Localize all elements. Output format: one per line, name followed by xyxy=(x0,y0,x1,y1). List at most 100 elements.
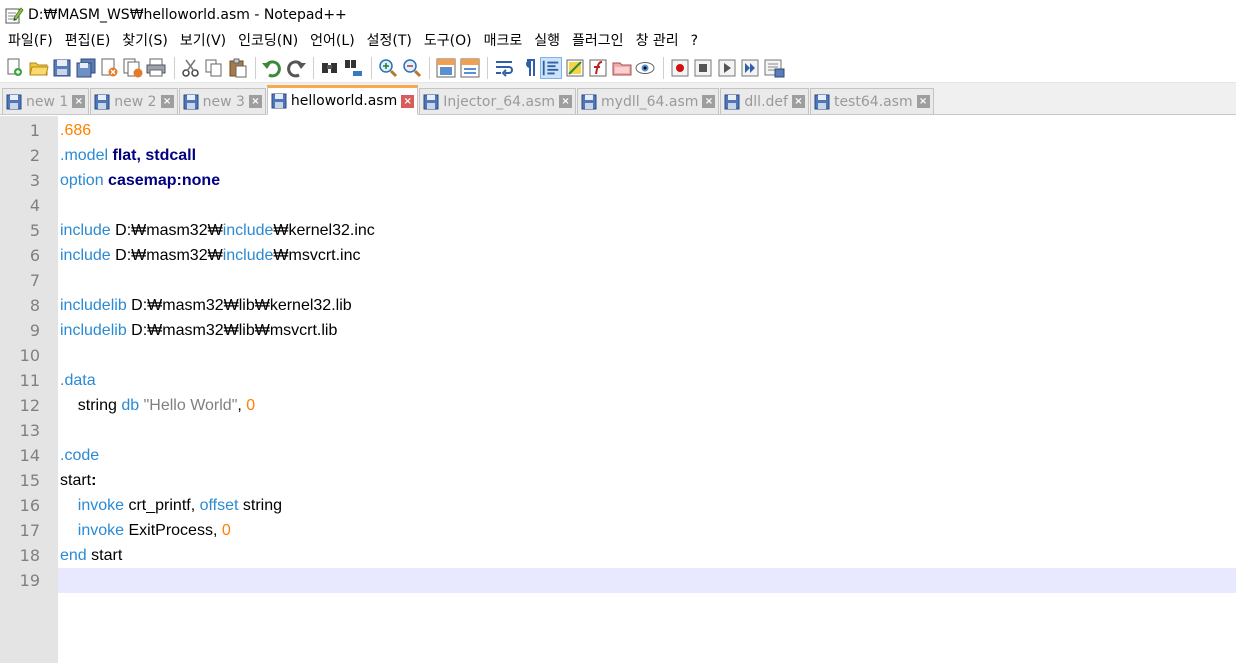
tab-close-icon[interactable]: × xyxy=(248,95,262,108)
stop-macro-icon[interactable] xyxy=(692,57,714,79)
sync-horizontal-icon[interactable] xyxy=(459,57,481,79)
code-line[interactable]: 4 xyxy=(0,193,1236,218)
undo-icon[interactable] xyxy=(261,57,283,79)
function-list-icon[interactable] xyxy=(587,57,609,79)
run-macro-multiple-icon[interactable] xyxy=(739,57,761,79)
code-line[interactable]: 15 start: xyxy=(0,468,1236,493)
tab-helloworld-asm[interactable]: helloworld.asm × xyxy=(266,85,419,115)
code-text[interactable]: include D:₩masm32₩include₩msvcrt.inc xyxy=(58,243,1236,268)
tab-close-icon[interactable]: × xyxy=(702,95,716,108)
open-file-icon[interactable] xyxy=(28,57,50,79)
code-line[interactable]: 13 xyxy=(0,418,1236,443)
code-line[interactable]: 1 .686 xyxy=(0,118,1236,143)
code-text[interactable] xyxy=(58,568,1236,593)
code-line[interactable]: 11 .data xyxy=(0,368,1236,393)
zoom-out-icon[interactable] xyxy=(401,57,423,79)
find-icon[interactable] xyxy=(319,57,341,79)
redo-icon[interactable] xyxy=(285,57,307,79)
code-line[interactable]: 14 .code xyxy=(0,443,1236,468)
menu-item-10[interactable]: 플러그인 xyxy=(566,30,630,53)
show-all-chars-icon[interactable] xyxy=(517,57,539,79)
code-text[interactable]: .model flat, stdcall xyxy=(58,143,1236,168)
code-text[interactable]: option casemap:none xyxy=(58,168,1236,193)
print-icon[interactable] xyxy=(145,57,167,79)
tab-close-icon[interactable]: × xyxy=(72,95,86,108)
save-macro-icon[interactable] xyxy=(763,57,785,79)
code-text[interactable]: invoke crt_printf, offset string xyxy=(58,493,1236,518)
code-line[interactable]: 3 option casemap:none xyxy=(0,168,1236,193)
tab-close-icon[interactable]: × xyxy=(791,95,805,108)
tab-close-icon[interactable]: × xyxy=(401,94,415,108)
replace-icon[interactable] xyxy=(343,57,365,79)
code-text[interactable] xyxy=(58,418,1236,443)
editor[interactable]: 1 .686 2 .model flat, stdcall 3 option casema… xyxy=(0,116,1236,663)
menu-item-8[interactable]: 매크로 xyxy=(478,30,529,53)
code-text[interactable]: start: xyxy=(58,468,1236,493)
code-line[interactable]: 6 include D:₩masm32₩include₩msvcrt.inc xyxy=(0,243,1236,268)
menu-item-6[interactable]: 설정(T) xyxy=(361,30,418,53)
copy-icon[interactable] xyxy=(203,57,225,79)
code-text[interactable]: include D:₩masm32₩include₩kernel32.inc xyxy=(58,218,1236,243)
tab-mydll-64-asm[interactable]: mydll_64.asm × xyxy=(577,88,720,114)
record-macro-icon[interactable] xyxy=(669,57,691,79)
tab-close-icon[interactable]: × xyxy=(916,95,930,108)
menu-item-9[interactable]: 실행 xyxy=(528,30,566,53)
menu-item-11[interactable]: 창 관리 xyxy=(630,30,685,53)
code-text[interactable]: .code xyxy=(58,443,1236,468)
code-line[interactable]: 18 end start xyxy=(0,543,1236,568)
menu-item-1[interactable]: 편집(E) xyxy=(59,30,117,53)
tab-close-icon[interactable]: × xyxy=(559,95,573,108)
code-text[interactable]: includelib D:₩masm32₩lib₩msvcrt.lib xyxy=(58,318,1236,343)
tab-close-icon[interactable]: × xyxy=(160,95,174,108)
menu-item-0[interactable]: 파일(F) xyxy=(2,30,59,53)
code-text[interactable]: .686 xyxy=(58,118,1236,143)
code-line[interactable]: 12 string db "Hello World", 0 xyxy=(0,393,1236,418)
code-text[interactable]: end start xyxy=(58,543,1236,568)
tab-new-2[interactable]: new 2 × xyxy=(90,88,178,114)
code-text[interactable] xyxy=(58,268,1236,293)
tab-injector-64-asm[interactable]: Injector_64.asm × xyxy=(419,88,577,114)
code-text[interactable]: string db "Hello World", 0 xyxy=(58,393,1236,418)
code-text[interactable]: includelib D:₩masm32₩lib₩kernel32.lib xyxy=(58,293,1236,318)
document-map-icon[interactable] xyxy=(564,57,586,79)
code-line[interactable]: 10 xyxy=(0,343,1236,368)
save-all-icon[interactable] xyxy=(75,57,97,79)
code-line[interactable]: 19 xyxy=(0,568,1236,593)
folder-workspace-icon[interactable] xyxy=(611,57,633,79)
word-wrap-icon[interactable] xyxy=(493,57,515,79)
tab-new-1[interactable]: new 1 × xyxy=(2,88,90,114)
new-file-icon[interactable] xyxy=(4,57,26,79)
save-icon[interactable] xyxy=(51,57,73,79)
monitoring-icon[interactable] xyxy=(634,57,656,79)
code-text[interactable] xyxy=(58,193,1236,218)
close-all-icon[interactable] xyxy=(122,57,144,79)
sync-vertical-icon[interactable] xyxy=(435,57,457,79)
code-token: : xyxy=(91,472,97,489)
code-line[interactable]: 16 invoke crt_printf, offset string xyxy=(0,493,1236,518)
code-line[interactable]: 2 .model flat, stdcall xyxy=(0,143,1236,168)
paste-icon[interactable] xyxy=(227,57,249,79)
code-token: D:₩masm32₩ xyxy=(110,222,223,239)
menu-item-2[interactable]: 찾기(S) xyxy=(116,30,174,53)
zoom-in-icon[interactable] xyxy=(377,57,399,79)
code-line[interactable]: 7 xyxy=(0,268,1236,293)
menu-item-5[interactable]: 언어(L) xyxy=(304,30,360,53)
close-icon[interactable] xyxy=(98,57,120,79)
menu-item-3[interactable]: 보기(V) xyxy=(174,30,232,53)
cut-icon[interactable] xyxy=(180,57,202,79)
code-text[interactable]: .data xyxy=(58,368,1236,393)
tab-new-3[interactable]: new 3 × xyxy=(178,88,266,114)
code-text[interactable]: invoke ExitProcess, 0 xyxy=(58,518,1236,543)
indent-guide-icon[interactable] xyxy=(540,56,562,79)
code-line[interactable]: 8 includelib D:₩masm32₩lib₩kernel32.lib xyxy=(0,293,1236,318)
tab-test64-asm[interactable]: test64.asm × xyxy=(809,88,934,114)
menu-item-4[interactable]: 인코딩(N) xyxy=(232,30,304,53)
play-macro-icon[interactable] xyxy=(716,57,738,79)
code-line[interactable]: 17 invoke ExitProcess, 0 xyxy=(0,518,1236,543)
menu-item-7[interactable]: 도구(O) xyxy=(418,30,478,53)
code-line[interactable]: 9 includelib D:₩masm32₩lib₩msvcrt.lib xyxy=(0,318,1236,343)
tab-dll-def[interactable]: dll.def × xyxy=(720,88,809,114)
code-text[interactable] xyxy=(58,343,1236,368)
code-line[interactable]: 5 include D:₩masm32₩include₩kernel32.inc xyxy=(0,218,1236,243)
menu-item-12[interactable]: ? xyxy=(685,30,704,53)
